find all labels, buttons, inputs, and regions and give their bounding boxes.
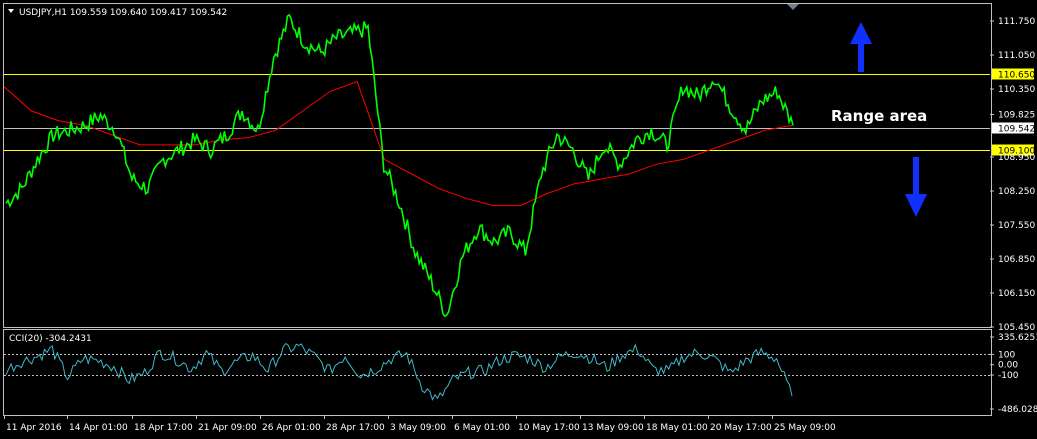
time-tick-label: 11 Apr 2016 xyxy=(6,423,62,433)
time-tick-label: 18 Apr 17:00 xyxy=(134,423,193,433)
cci-pane-frame xyxy=(3,329,992,416)
cci-series xyxy=(5,342,793,401)
time-axis: 11 Apr 2016 14 Apr 01:00 18 Apr 17:00 21 Ap… xyxy=(4,415,836,433)
level-label: 110.650 xyxy=(998,71,1035,81)
down-arrow-icon xyxy=(905,157,927,217)
cci-tick-label: -100 xyxy=(998,371,1019,381)
shift-marker-icon[interactable] xyxy=(787,4,799,10)
cci-label: CCI(20) -304.2431 xyxy=(9,334,92,344)
cci-tick-label: -486.0281 xyxy=(998,405,1037,415)
time-tick-label: 14 Apr 01:00 xyxy=(69,423,128,433)
price-tick-label: 110.350 xyxy=(998,85,1035,95)
price-tick-label: 111.050 xyxy=(998,51,1035,61)
price-tick-label: 107.550 xyxy=(998,221,1035,231)
cci-tick-label: 100 xyxy=(998,350,1015,360)
time-tick-label: 10 May 17:00 xyxy=(518,423,580,433)
cci-axis: 335.6251 1000.00-100 -486.0281 xyxy=(990,333,1037,415)
time-tick-label: 20 May 17:00 xyxy=(710,423,772,433)
time-tick-label: 18 May 01:00 xyxy=(646,423,708,433)
time-tick-label: 25 May 09:00 xyxy=(774,423,836,433)
price-series xyxy=(5,13,794,318)
time-tick-label: 28 Apr 17:00 xyxy=(326,423,385,433)
time-tick-label: 6 May 01:00 xyxy=(454,423,510,433)
current-price-label: 109.542 xyxy=(998,125,1035,135)
price-axis: 111.750 111.050 110.350 109.825 108.950 108.2… xyxy=(990,17,1035,333)
chart-window: { "header": { "symbol_line": "USDJPY,H1 … xyxy=(0,0,1037,439)
price-tick-label: 108.950 xyxy=(998,153,1035,163)
price-tick-label: 108.250 xyxy=(998,187,1035,197)
price-tick-label: 105.450 xyxy=(998,323,1035,333)
time-tick-label: 13 May 09:00 xyxy=(582,423,644,433)
cci-tick-label: 0.00 xyxy=(998,361,1018,371)
time-tick-label: 26 Apr 01:00 xyxy=(262,423,321,433)
price-tick-label: 111.750 xyxy=(998,17,1035,27)
collapse-triangle-icon[interactable] xyxy=(8,9,14,13)
main-pane-frame xyxy=(3,3,992,328)
price-line xyxy=(5,13,794,318)
up-arrow-icon xyxy=(850,22,872,72)
chart-canvas: 110.650109.100109.542 111.750111.050110.… xyxy=(3,3,1037,433)
price-tick-label: 109.825 xyxy=(998,111,1035,121)
range-area-label: Range area xyxy=(831,107,927,125)
cci-line xyxy=(5,342,793,401)
chart-header: USDJPY,H1 109.559 109.640 109.417 109.54… xyxy=(19,8,227,18)
time-tick-label: 21 Apr 09:00 xyxy=(198,423,257,433)
cci-tick-label: 335.6251 xyxy=(998,333,1037,343)
time-tick-label: 3 May 09:00 xyxy=(390,423,446,433)
price-tick-label: 106.150 xyxy=(998,289,1035,299)
price-tick-label: 106.850 xyxy=(998,255,1035,265)
